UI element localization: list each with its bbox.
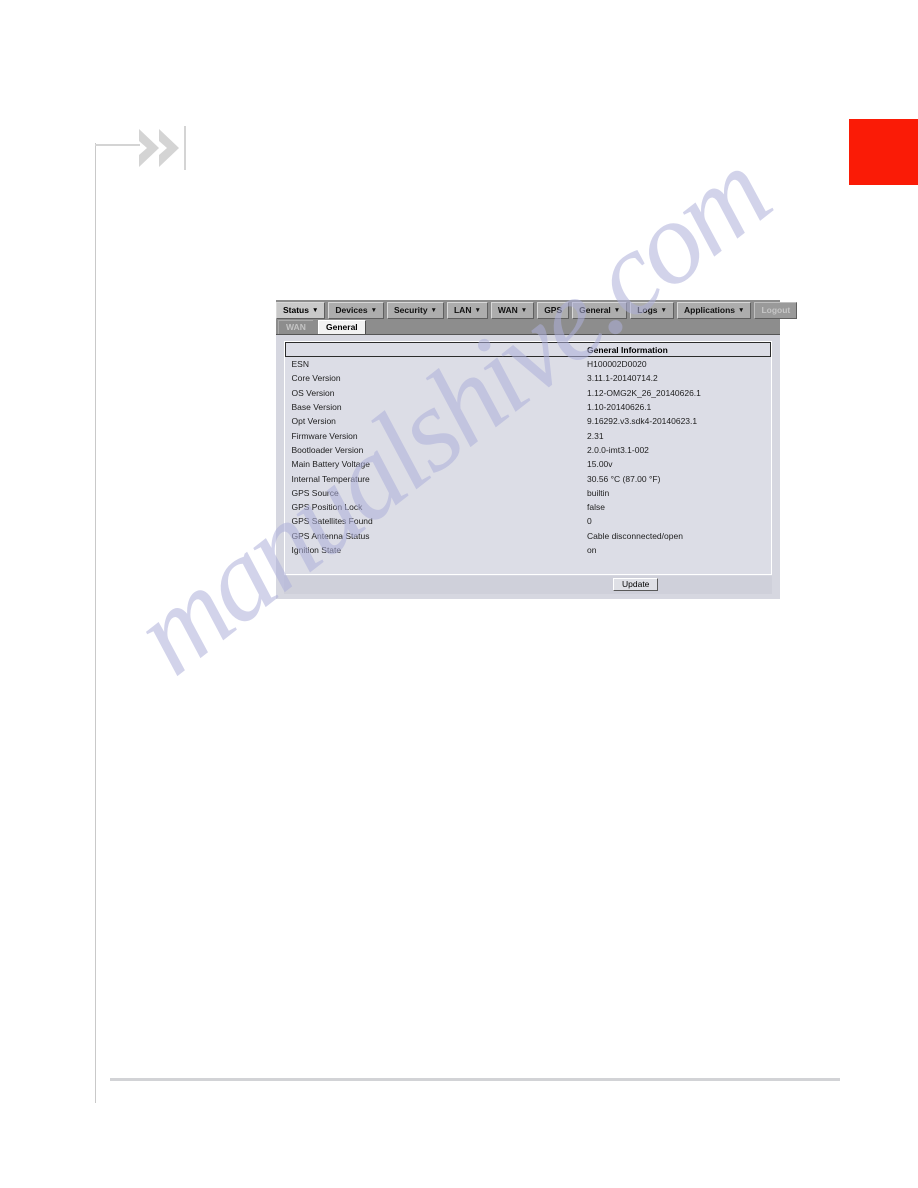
table-row: OS Version 1.12-OMG2K_26_20140626.1 [286, 386, 771, 400]
table-cell-label: Base Version [291, 402, 342, 413]
table-row: GPS Antenna Status Cable disconnected/ope… [286, 529, 771, 543]
table-header-blank [285, 342, 586, 357]
table-cell-label: ESN [291, 359, 309, 370]
chevron-lead-line [95, 144, 140, 146]
nav-tab-security-label: Security [394, 305, 428, 315]
page-footer-rule [110, 1078, 840, 1081]
nav-tab-security[interactable]: Security ▼ [387, 302, 444, 319]
table-row: GPS Position Lock false [286, 500, 771, 514]
chevron-down-icon: ▼ [613, 307, 621, 314]
table-cell-label: OS Version [291, 387, 335, 398]
table-row: Opt Version 9.16292.v3.sdk4-20140623.1 [286, 414, 771, 428]
sub-nav-tabbar: WAN General [276, 320, 780, 334]
nav-tab-gps-label: GPS [544, 305, 563, 315]
panel-footer: Update [284, 576, 772, 594]
table-cell-label: Opt Version [291, 416, 336, 427]
content-panel: General Information ESN H100002D0020 Core … [276, 334, 780, 599]
table-header-row: General Information [285, 342, 771, 357]
table-row: Main Battery Voltage 15.00v [286, 457, 771, 471]
table-cell-value: 1.10-20140626.1 [587, 402, 652, 413]
router-admin-ui: Status ▼ Devices ▼ Security ▼ LAN ▼ WAN ▼ GPS… [276, 300, 798, 599]
nav-tab-logout-label: Logout [761, 305, 791, 315]
chevron-down-icon: ▼ [474, 307, 481, 314]
chevron-down-icon: ▼ [520, 307, 528, 314]
table-cell-label: Main Battery Voltage [291, 459, 370, 470]
page-accent-block [849, 119, 918, 185]
chevron-down-icon: ▼ [370, 307, 377, 314]
table-cell-value: 9.16292.v3.sdk4-20140623.1 [587, 416, 698, 427]
table-row: ESN H100002D0020 [286, 357, 771, 372]
page-left-margin-rule [95, 143, 96, 1103]
sub-tab-wan-label: WAN [286, 322, 306, 332]
table-cell-label: Bootloader Version [291, 444, 364, 455]
table-row: Bootloader Version 2.0.0-imt3.1-002 [286, 443, 771, 457]
nav-tab-wan[interactable]: WAN ▼ [490, 302, 535, 319]
sub-tab-general-label: General [326, 322, 358, 332]
table-cell-value: 2.0.0-imt3.1-002 [587, 444, 649, 455]
table-row: Firmware Version 2.31 [286, 428, 771, 442]
sub-tab-wan[interactable]: WAN [278, 320, 313, 334]
table-header-title: General Information [586, 342, 771, 357]
general-information-panel: General Information ESN H100002D0020 Core … [284, 341, 772, 575]
table-row: GPS Source builtin [286, 486, 771, 500]
double-chevron-decoration [95, 126, 190, 170]
chevron-down-icon: ▼ [311, 307, 319, 314]
table-cell-value: builtin [587, 487, 610, 498]
chevron-down-icon: ▼ [738, 307, 745, 314]
nav-tab-status-label: Status [283, 305, 309, 315]
nav-tab-lan-label: LAN [453, 305, 472, 315]
table-cell-value: 3.11.1-20140714.2 [587, 373, 658, 384]
nav-tab-status[interactable]: Status ▼ [276, 302, 326, 319]
table-row: Ignition State on [286, 543, 771, 557]
nav-tab-logs[interactable]: Logs ▼ [630, 302, 674, 319]
table-cell-value: 15.00v [587, 459, 613, 470]
nav-tab-applications[interactable]: Applications ▼ [676, 302, 752, 319]
table-row: Core Version 3.11.1-20140714.2 [286, 371, 771, 385]
nav-tab-wan-label: WAN [497, 305, 518, 315]
table-cell-value: on [587, 545, 597, 555]
table-cell-label: Firmware Version [291, 430, 358, 441]
chevron-down-icon: ▼ [430, 307, 437, 314]
general-information-table: General Information ESN H100002D0020 Core … [285, 342, 771, 557]
table-cell-value: 30.56 °C (87.00 °F) [587, 473, 661, 484]
table-cell-label: Ignition State [291, 545, 342, 555]
table-cell-value: false [587, 502, 605, 513]
nav-tab-general-label: General [579, 305, 611, 315]
nav-tab-gps[interactable]: GPS [537, 302, 570, 319]
table-row: Base Version 1.10-20140626.1 [286, 400, 771, 414]
table-cell-label: Internal Temperature [291, 473, 370, 484]
table-cell-value: 2.31 [587, 430, 604, 441]
nav-tab-devices-label: Devices [335, 305, 368, 315]
double-chevron-icon [139, 129, 179, 167]
chevron-down-icon: ▼ [660, 307, 667, 314]
update-button[interactable]: Update [613, 578, 659, 591]
table-cell-label: GPS Antenna Status [291, 530, 370, 541]
nav-tab-applications-label: Applications [683, 305, 735, 315]
table-cell-label: GPS Satellites Found [291, 516, 373, 527]
main-nav-tabbar: Status ▼ Devices ▼ Security ▼ LAN ▼ WAN ▼ GPS… [276, 300, 798, 320]
nav-tab-logs-label: Logs [637, 305, 658, 315]
nav-tab-general[interactable]: General ▼ [572, 302, 628, 319]
nav-tab-devices[interactable]: Devices ▼ [328, 302, 384, 319]
general-information-rows: ESN H100002D0020 Core Version 3.11.1-201407… [286, 357, 771, 558]
table-cell-label: GPS Source [291, 487, 339, 498]
table-row: GPS Satellites Found 0 [286, 514, 771, 528]
table-cell-value: 0 [587, 516, 592, 527]
table-cell-value: Cable disconnected/open [587, 530, 683, 541]
chevron-trailing-line [184, 126, 186, 170]
table-row: Internal Temperature 30.56 °C (87.00 °F) [286, 471, 771, 485]
sub-tab-general[interactable]: General [318, 320, 366, 334]
table-cell-value: H100002D0020 [587, 359, 647, 370]
nav-tab-logout[interactable]: Logout [754, 302, 798, 319]
table-cell-label: GPS Position Lock [291, 502, 363, 513]
table-cell-label: Core Version [291, 373, 341, 384]
table-cell-value: 1.12-OMG2K_26_20140626.1 [587, 387, 701, 398]
nav-tab-lan[interactable]: LAN ▼ [446, 302, 488, 319]
